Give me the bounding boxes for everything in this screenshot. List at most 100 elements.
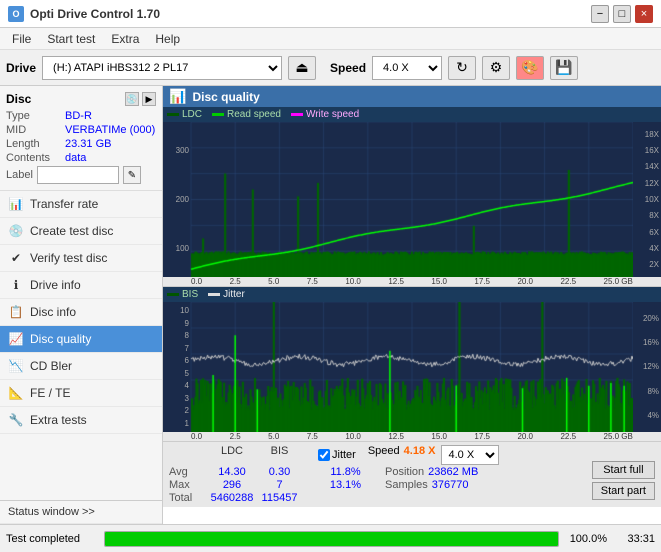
legend-jitter: Jitter [208, 289, 245, 300]
progress-bar-fill [105, 532, 558, 546]
disc-label-edit-button[interactable]: ✎ [123, 166, 141, 184]
top-right-axis: 18X16X14X12X10X8X6X4X2X [633, 122, 661, 277]
legend-ldc-color [167, 113, 179, 116]
top-left-axis: 300200100 [163, 122, 191, 277]
minimize-button[interactable]: − [591, 5, 609, 23]
drive-select[interactable]: (H:) ATAPI iHBS312 2 PL17 [42, 56, 282, 80]
bottom-right-axis: 20%16%12%8%4% [633, 302, 661, 432]
nav-icon-extra-tests: 🔧 [8, 412, 24, 428]
max-jitter: 13.1% [318, 479, 373, 491]
settings-button[interactable]: ⚙ [482, 56, 510, 80]
start-full-button[interactable]: Start full [592, 461, 655, 479]
nav-icon-create-test-disc: 💿 [8, 223, 24, 239]
sidebar-item-cd-bler[interactable]: 📉 CD Bler [0, 353, 162, 380]
speed-select-stats[interactable]: 4.0 X [441, 445, 499, 465]
menu-start-test[interactable]: Start test [39, 30, 103, 48]
nav-icon-transfer-rate: 📊 [8, 196, 24, 212]
menu-bar: File Start test Extra Help [0, 28, 661, 50]
drive-label: Drive [6, 61, 36, 75]
maximize-button[interactable]: □ [613, 5, 631, 23]
chart-title: Disc quality [192, 90, 259, 104]
disc-mid-row: MID VERBATIMe (000) [6, 124, 156, 136]
x-axis-top: 0.02.55.07.510.012.515.017.520.022.525.0… [163, 277, 661, 287]
start-buttons: Start full Start part [592, 445, 655, 500]
nav-icon-disc-quality: 📈 [8, 331, 24, 347]
nav-label-disc-info: Disc info [30, 305, 76, 319]
menu-extra[interactable]: Extra [103, 30, 147, 48]
position-value: 23862 MB [428, 466, 478, 478]
disc-icon-2[interactable]: ▶ [142, 92, 156, 106]
title-bar: O Opti Drive Control 1.70 − □ × [0, 0, 661, 28]
stats-bar: LDC BIS Jitter Speed 4.18 X 4.0 X Avg 14 [163, 442, 661, 507]
stats-total-row: Total 5460288 115457 [169, 492, 584, 504]
stats-avg-row: Avg 14.30 0.30 11.8% Position 23862 MB [169, 466, 584, 478]
elapsed-time: 33:31 [615, 533, 655, 545]
legend-read-speed: Read speed [212, 109, 281, 120]
close-button[interactable]: × [635, 5, 653, 23]
avg-jitter: 11.8% [318, 466, 373, 478]
chart-header: 📊 Disc quality [163, 86, 661, 107]
color-button[interactable]: 🎨 [516, 56, 544, 80]
jitter-checkbox-row: Jitter [318, 445, 356, 465]
top-chart-canvas [163, 122, 661, 277]
disc-contents-row: Contents data [6, 152, 156, 164]
sidebar: Disc 💿 ▶ Type BD-R MID VERBATIMe (000) L… [0, 86, 163, 524]
sidebar-item-disc-quality[interactable]: 📈 Disc quality [0, 326, 162, 353]
samples-value: 376770 [432, 479, 469, 491]
sidebar-item-transfer-rate[interactable]: 📊Transfer rate [0, 191, 162, 218]
disc-length-row: Length 23.31 GB [6, 138, 156, 150]
nav-label-extra-tests: Extra tests [30, 413, 87, 427]
sidebar-item-disc-info[interactable]: 📋 Disc info [0, 299, 162, 326]
speed-value: 4.18 X [404, 445, 436, 465]
eject-button[interactable]: ⏏ [288, 56, 316, 80]
nav-label-cd-bler: CD Bler [30, 359, 72, 373]
legend-read-color [212, 113, 224, 116]
disc-header: Disc 💿 ▶ [6, 92, 156, 106]
sidebar-item-fe-te[interactable]: 📐 FE / TE [0, 380, 162, 407]
sidebar-item-drive-info[interactable]: ℹDrive info [0, 272, 162, 299]
nav-label-drive-info: Drive info [30, 278, 81, 292]
nav-icon-fe-te: 📐 [8, 385, 24, 401]
sidebar-item-extra-tests[interactable]: 🔧 Extra tests [0, 407, 162, 434]
content-area: 📊 Disc quality LDC Read speed Write spee… [163, 86, 661, 524]
nav-label-create-test-disc: Create test disc [30, 224, 113, 238]
status-window-link[interactable]: Status window >> [0, 500, 162, 524]
legend-write-speed: Write speed [291, 109, 359, 120]
stats-header-row: LDC BIS Jitter Speed 4.18 X 4.0 X [169, 445, 584, 465]
sidebar-item-verify-test-disc[interactable]: ✔Verify test disc [0, 245, 162, 272]
progress-bar-container [104, 531, 559, 547]
nav-icon-cd-bler: 📉 [8, 358, 24, 374]
nav-icon-disc-info: 📋 [8, 304, 24, 320]
top-chart: 18X16X14X12X10X8X6X4X2X 300200100 [163, 122, 661, 277]
x-axis-bottom: 0.02.55.07.510.012.515.017.520.022.525.0… [163, 432, 661, 442]
chart-icon: 📊 [169, 88, 186, 105]
legend-bis: BIS [167, 289, 198, 300]
bottom-chart-canvas [163, 302, 661, 432]
chart-legend-top: LDC Read speed Write speed [163, 107, 661, 122]
disc-icon-1[interactable]: 💿 [125, 92, 139, 106]
start-part-button[interactable]: Start part [592, 482, 655, 500]
disc-label-row: Label ✎ [6, 166, 156, 184]
nav-label-fe-te: FE / TE [30, 386, 70, 400]
menu-file[interactable]: File [4, 30, 39, 48]
title-bar-controls: − □ × [591, 5, 653, 23]
nav-icon-verify-test-disc: ✔ [8, 250, 24, 266]
status-window-label: Status window >> [8, 506, 95, 518]
disc-label-input[interactable] [37, 166, 119, 184]
speed-select[interactable]: 4.0 X [372, 56, 442, 80]
disc-title: Disc [6, 92, 31, 106]
menu-help[interactable]: Help [147, 30, 188, 48]
disc-section: Disc 💿 ▶ Type BD-R MID VERBATIMe (000) L… [0, 86, 162, 191]
sidebar-item-create-test-disc[interactable]: 💿 Create test disc [0, 218, 162, 245]
legend-jitter-color [208, 293, 220, 296]
jitter-checkbox[interactable] [318, 449, 330, 461]
speed-label: Speed [330, 61, 366, 75]
chart-legend-bottom: BIS Jitter [163, 287, 661, 302]
save-button[interactable]: 💾 [550, 56, 578, 80]
nav-label-disc-quality: Disc quality [30, 332, 91, 346]
refresh-button[interactable]: ↻ [448, 56, 476, 80]
stats-max-row: Max 296 7 13.1% Samples 376770 [169, 479, 584, 491]
legend-write-color [291, 113, 303, 116]
legend-ldc: LDC [167, 109, 202, 120]
status-bar: Test completed 100.0% 33:31 [0, 524, 661, 552]
